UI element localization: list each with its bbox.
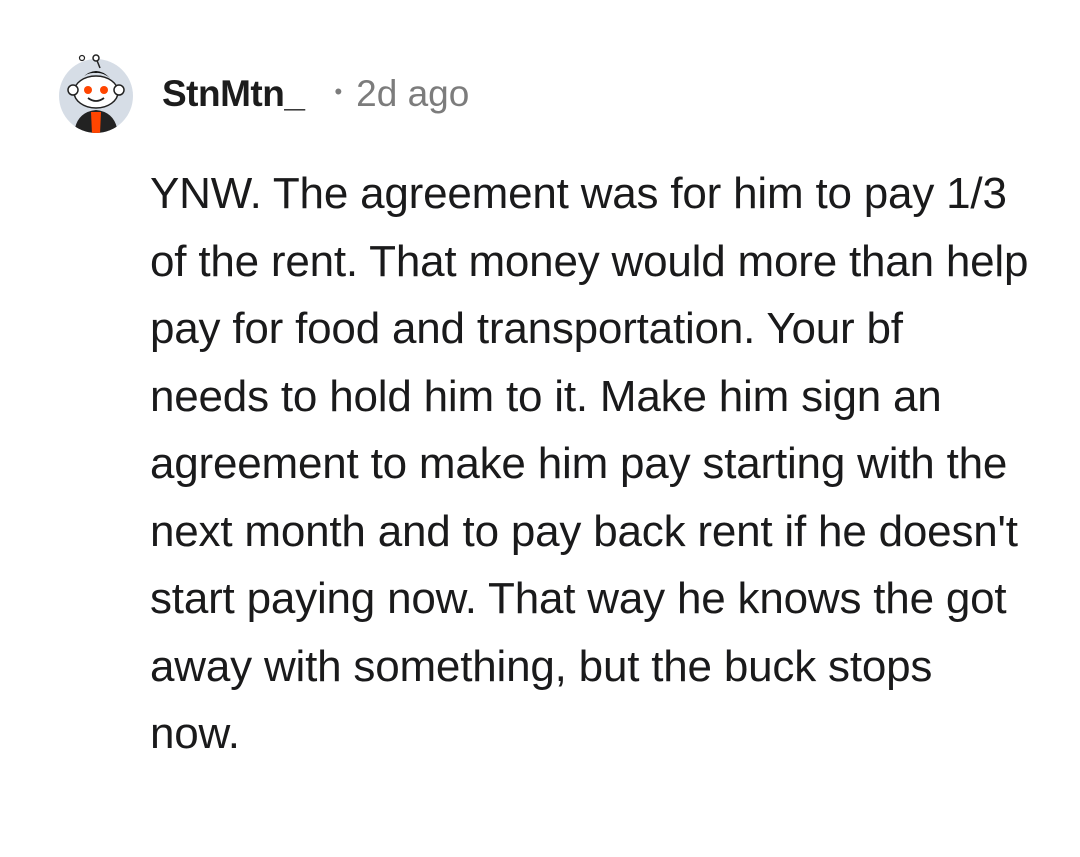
meta-separator: • bbox=[334, 79, 343, 104]
snoo-avatar-icon[interactable] bbox=[56, 54, 136, 134]
comment-header: StnMtn_ • 2d ago bbox=[56, 52, 469, 136]
comment-body: YNW. The agreement was for him to pay 1/… bbox=[150, 169, 1029, 758]
comment: StnMtn_ • 2d ago YNW. The agreement was … bbox=[0, 0, 1080, 857]
username-link[interactable]: StnMtn_ bbox=[162, 73, 305, 115]
comment-timestamp[interactable]: 2d ago bbox=[356, 73, 469, 115]
